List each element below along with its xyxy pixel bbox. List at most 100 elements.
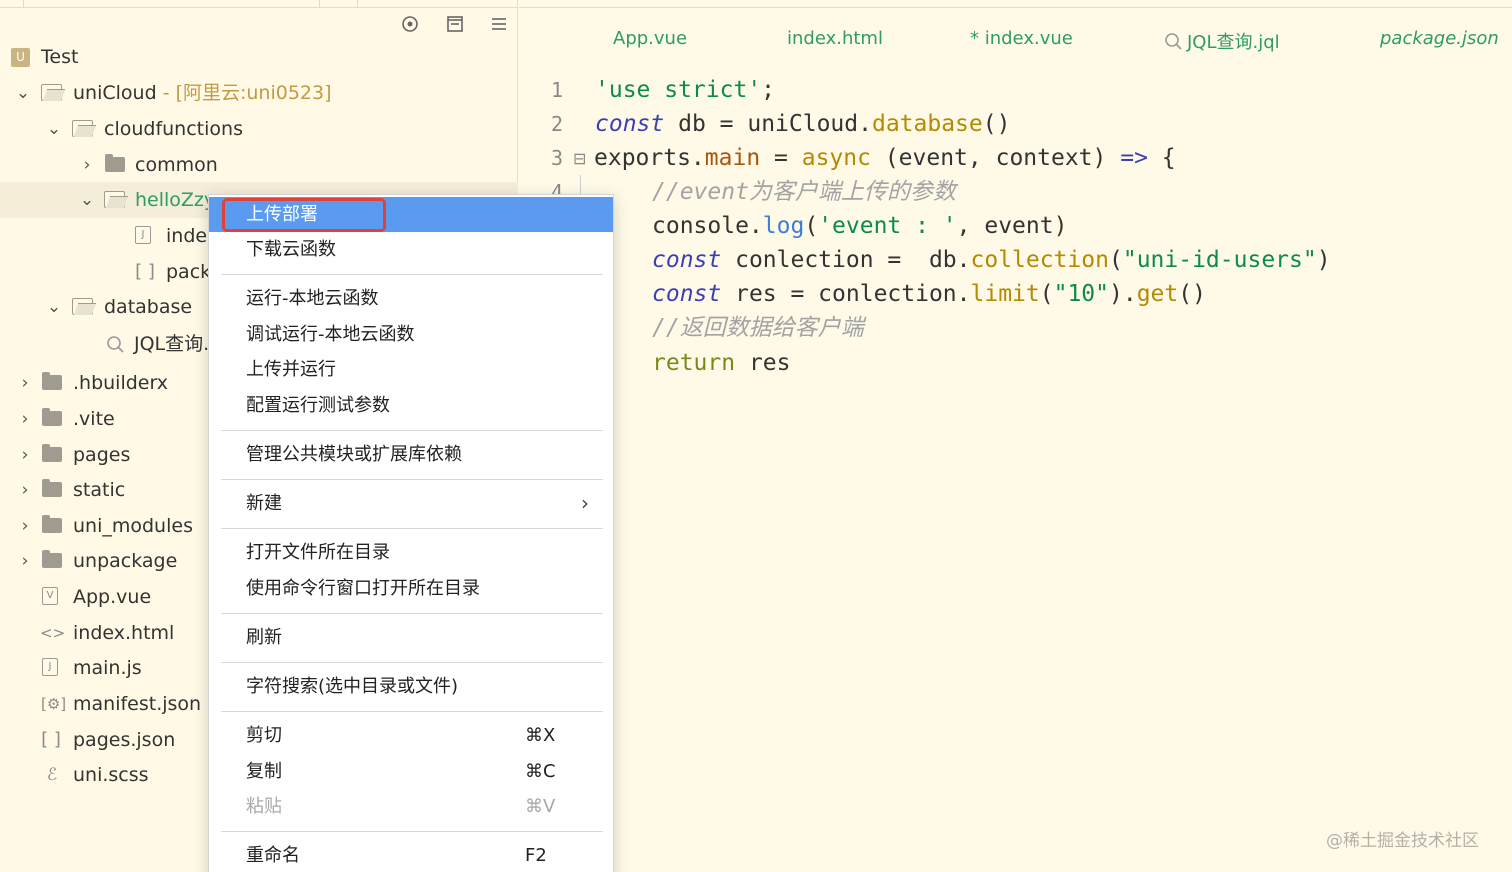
chevron-right-icon[interactable]: › <box>16 365 34 401</box>
tab-jql[interactable]: JQL查询.jql <box>1163 28 1280 56</box>
tree-item-label: pages <box>73 444 131 466</box>
chevron-down-icon[interactable]: ⌄ <box>14 75 32 111</box>
chevron-right-icon[interactable]: › <box>16 437 34 473</box>
chevron-right-icon[interactable]: › <box>16 543 34 579</box>
tab-label: JQL查询.jql <box>1187 32 1280 53</box>
menu-item-upload-and-run[interactable]: 上传并运行 <box>209 352 613 387</box>
project-icon: U <box>11 48 30 67</box>
tree-item-label: .hbuilderx <box>73 372 169 394</box>
menu-item-label: 新建 <box>246 493 282 514</box>
code-line-5[interactable]: console.log('event : ', event) <box>652 209 1067 243</box>
tab-strip-top <box>519 0 1512 8</box>
menu-item-label: 复制 <box>246 761 282 782</box>
chevron-right-icon[interactable]: › <box>16 472 34 508</box>
tree-item-label: static <box>73 479 126 501</box>
tree-item-project-test[interactable]: U Test <box>0 39 518 75</box>
menu-icon[interactable] <box>487 12 511 36</box>
tree-item-label: main.js <box>73 657 142 679</box>
tree-item-label: pages.json <box>73 729 176 751</box>
collapse-icon[interactable] <box>443 12 467 36</box>
jql-file-icon <box>104 334 126 354</box>
menu-item-run-local[interactable]: 运行-本地云函数 <box>209 281 613 316</box>
chevron-down-icon[interactable]: ⌄ <box>45 289 63 325</box>
menu-item-copy[interactable]: 复制 ⌘C <box>209 754 613 789</box>
json-file-icon: [ ] <box>135 261 155 282</box>
menu-item-text-search[interactable]: 字符搜索(选中目录或文件) <box>209 669 613 704</box>
menu-separator <box>221 430 603 431</box>
tree-item-label: index.html <box>73 622 175 644</box>
menu-separator <box>221 274 603 275</box>
chevron-right-icon[interactable]: › <box>16 508 34 544</box>
code-line-4[interactable]: //event为客户端上传的参数 <box>652 175 956 209</box>
code-line-9[interactable]: return res <box>652 346 790 380</box>
sidebar-top-strip <box>0 0 518 8</box>
line-number: 3 <box>550 146 563 170</box>
menu-item-label: 管理公共模块或扩展库依赖 <box>246 444 462 465</box>
menu-item-refresh[interactable]: 刷新 <box>209 620 613 655</box>
menu-item-download-cloud-function[interactable]: 下载云函数 <box>209 232 613 267</box>
menu-item-manage-dependencies[interactable]: 管理公共模块或扩展库依赖 <box>209 437 613 472</box>
folder-icon <box>42 372 62 390</box>
code-line-1[interactable]: 'use strict'; <box>595 73 775 107</box>
shortcut-label: F2 <box>525 845 547 866</box>
tab-index-vue[interactable]: * index.vue <box>970 28 1073 49</box>
tree-item-label: pack <box>166 261 212 283</box>
tab-package-json[interactable]: package.json <box>1380 28 1499 49</box>
locate-icon[interactable] <box>398 12 422 36</box>
tree-item-unicloud[interactable]: ⌄ uniCloud - [阿里云:uni0523] <box>0 75 518 111</box>
chevron-right-icon[interactable]: › <box>16 401 34 437</box>
menu-item-label: 打开文件所在目录 <box>246 542 390 563</box>
menu-item-label: 刷新 <box>246 627 282 648</box>
folder-icon <box>42 408 62 426</box>
folder-icon <box>105 154 125 172</box>
chevron-down-icon[interactable]: ⌄ <box>45 111 63 147</box>
tree-item-label: Test <box>41 46 79 68</box>
folder-icon <box>42 515 62 533</box>
code-line-3[interactable]: exports.main = async (event, context) =>… <box>594 141 1176 175</box>
menu-separator <box>221 831 603 832</box>
tree-item-label: App.vue <box>73 586 152 608</box>
menu-item-debug-local[interactable]: 调试运行-本地云函数 <box>209 317 613 352</box>
tab-app-vue[interactable]: App.vue <box>613 28 687 49</box>
shortcut-label: ⌘V <box>525 796 556 817</box>
cloud-provider-label: - [阿里云:uni0523] <box>156 82 332 104</box>
tab-index-html[interactable]: index.html <box>787 28 883 49</box>
menu-item-open-containing-folder[interactable]: 打开文件所在目录 <box>209 535 613 570</box>
tree-item-label: common <box>135 154 218 176</box>
code-line-8[interactable]: //返回数据给客户端 <box>652 311 864 345</box>
tree-item-label: .vite <box>73 408 115 430</box>
menu-item-open-in-terminal[interactable]: 使用命令行窗口打开所在目录 <box>209 571 613 606</box>
menu-separator <box>221 613 603 614</box>
menu-item-label: 配置运行测试参数 <box>246 395 390 416</box>
code-editor[interactable]: App.vue index.html * index.vue JQL查询.jql… <box>519 0 1512 872</box>
code-line-6[interactable]: const conlection = db.collection("uni-id… <box>652 243 1331 277</box>
folder-open-icon <box>41 84 62 101</box>
shortcut-label: ⌘C <box>525 761 556 782</box>
menu-item-new[interactable]: 新建 › <box>209 486 613 521</box>
manifest-file-icon: [⚙] <box>41 695 67 713</box>
tree-item-label: cloudfunctions <box>104 118 243 140</box>
highlight-annotation-box <box>222 198 386 232</box>
code-line-7[interactable]: const res = conlection.limit("10").get() <box>652 277 1206 311</box>
menu-separator <box>221 479 603 480</box>
code-line-2[interactable]: const db = uniCloud.database() <box>595 107 1010 141</box>
js-file-icon: J <box>135 226 151 244</box>
menu-item-label: 下载云函数 <box>246 239 336 260</box>
menu-item-label: 使用命令行窗口打开所在目录 <box>246 578 480 599</box>
tree-item-label: database <box>104 296 193 318</box>
chevron-down-icon[interactable]: ⌄ <box>78 182 96 218</box>
menu-item-configure-test-params[interactable]: 配置运行测试参数 <box>209 388 613 423</box>
tree-item-common[interactable]: › common <box>0 147 518 183</box>
vue-file-icon: V <box>42 587 58 605</box>
chevron-right-icon[interactable]: › <box>78 147 96 183</box>
js-file-icon: J <box>42 658 58 676</box>
menu-item-cut[interactable]: 剪切 ⌘X <box>209 718 613 753</box>
line-number: 1 <box>550 78 563 102</box>
folder-open-icon <box>104 191 125 208</box>
menu-item-rename[interactable]: 重命名 F2 <box>209 838 613 872</box>
tree-item-cloudfunctions[interactable]: ⌄ cloudfunctions <box>0 111 518 147</box>
watermark: @稀土掘金技术社区 <box>1326 831 1479 851</box>
menu-item-label: 字符搜索(选中目录或文件) <box>246 676 459 697</box>
folder-open-icon <box>72 298 93 315</box>
fold-toggle-icon[interactable]: ⊟ <box>573 142 586 176</box>
